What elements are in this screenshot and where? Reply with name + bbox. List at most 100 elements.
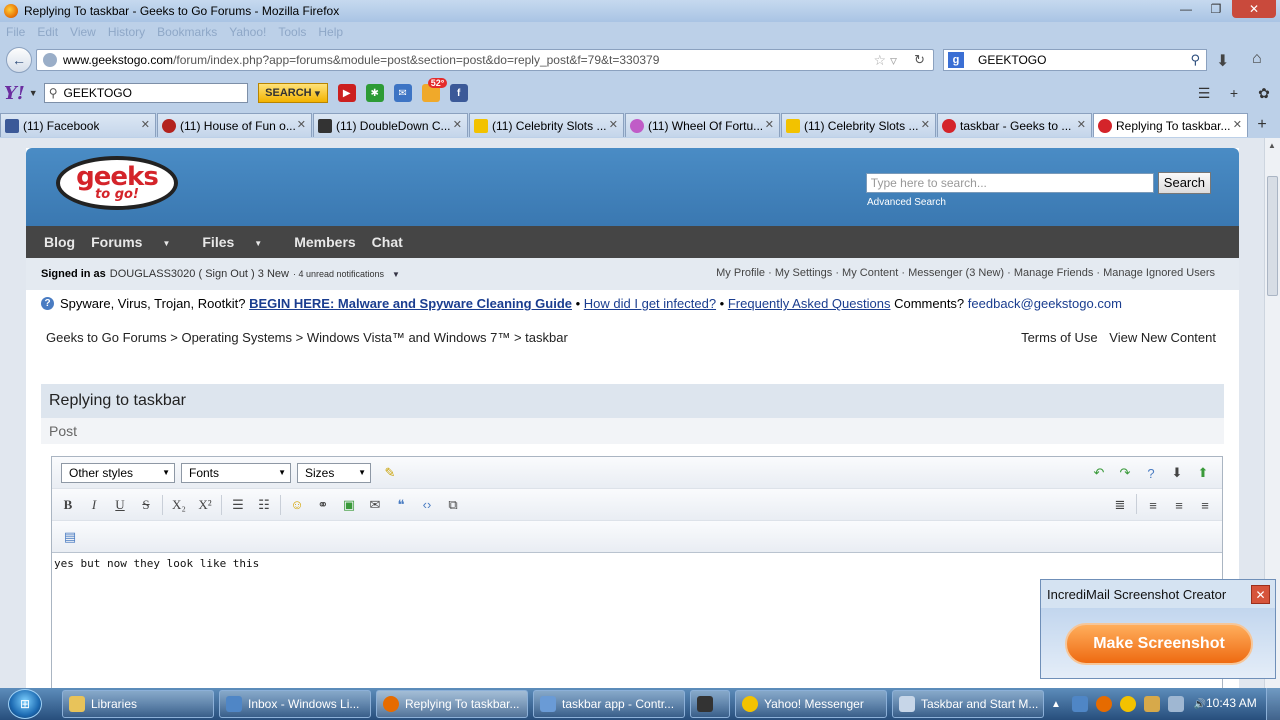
chevron-down-icon[interactable]: ▼ <box>392 270 400 279</box>
show-hidden-icons-icon[interactable]: ▲ <box>1048 696 1064 712</box>
notifications-link[interactable]: · 4 unread notifications <box>293 269 384 279</box>
styles-select[interactable]: Other styles ▼ <box>61 462 175 483</box>
link-icon[interactable]: ⚭ <box>310 494 336 516</box>
tray-messenger-icon[interactable] <box>1120 696 1136 712</box>
username-link[interactable]: DOUGLASS3020 <box>110 268 196 280</box>
redo-icon[interactable]: ↷ <box>1112 462 1138 484</box>
taskbar-item-taskbar-properties[interactable]: Taskbar and Start M... <box>892 690 1044 718</box>
menu-yahoo[interactable]: Yahoo! <box>229 25 266 39</box>
close-tab-icon[interactable]: ✕ <box>453 118 462 131</box>
tray-orange-icon[interactable] <box>1096 696 1112 712</box>
toggle-source-icon[interactable]: ▤ <box>57 526 83 548</box>
close-tab-icon[interactable]: ✕ <box>297 118 306 131</box>
toolbar-list-icon[interactable]: ☰ <box>1194 83 1214 103</box>
numbered-list-icon[interactable]: ☷ <box>251 494 277 516</box>
menu-view[interactable]: View <box>70 25 96 39</box>
google-icon[interactable]: g <box>948 52 964 68</box>
nav-files[interactable]: Files ▼ <box>202 234 278 250</box>
weather-icon[interactable]: 52° <box>421 78 448 102</box>
sizes-select[interactable]: Sizes ▼ <box>297 462 371 483</box>
close-tab-icon[interactable]: ✕ <box>141 118 150 131</box>
browser-search-box[interactable]: g GEEKTOGO ⚲ <box>943 49 1207 71</box>
back-button[interactable]: ← <box>6 47 32 73</box>
view-new-content-link[interactable]: View New Content <box>1109 330 1216 345</box>
geekstogo-logo[interactable]: geeks to go! <box>56 156 178 210</box>
bookmark-star-icon[interactable]: ☆ ▿ <box>874 52 897 69</box>
nav-chat[interactable]: Chat <box>372 234 403 250</box>
close-tab-icon[interactable]: ✕ <box>1077 118 1086 131</box>
indent-icon[interactable]: ≣ <box>1107 494 1133 516</box>
chevron-down-icon[interactable]: ▼ <box>29 88 38 98</box>
help-icon[interactable]: ? <box>1138 462 1164 484</box>
close-tab-icon[interactable]: ✕ <box>609 118 618 131</box>
nav-members[interactable]: Members <box>294 234 355 250</box>
undo-icon[interactable]: ↶ <box>1086 462 1112 484</box>
close-window-button[interactable]: ✕ <box>1232 0 1276 18</box>
nav-blog[interactable]: Blog <box>44 234 75 250</box>
taskbar-item-calculator[interactable] <box>690 690 730 718</box>
scrollbar-thumb[interactable] <box>1267 176 1278 296</box>
show-desktop-button[interactable] <box>1266 688 1280 720</box>
tray-app-icon[interactable] <box>1072 696 1088 712</box>
maximize-button[interactable]: ❐ <box>1202 0 1230 18</box>
menu-help[interactable]: Help <box>318 25 343 39</box>
menu-bookmarks[interactable]: Bookmarks <box>157 25 217 39</box>
green-star-icon[interactable]: ✱ <box>365 84 384 102</box>
advanced-search-link[interactable]: Advanced Search <box>867 197 946 208</box>
strikethrough-icon[interactable]: S <box>133 494 159 516</box>
site-search-button[interactable]: Search <box>1157 172 1211 194</box>
search-icon[interactable]: ⚲ <box>1190 52 1200 68</box>
taskbar-item-firefox[interactable]: Replying To taskbar... <box>376 690 528 718</box>
minimize-button[interactable]: — <box>1172 0 1200 18</box>
underline-icon[interactable]: U <box>107 494 133 516</box>
yahoo-logo[interactable]: Y! <box>4 83 25 104</box>
tray-network-icon[interactable] <box>1168 696 1184 712</box>
download-icon[interactable]: ⬇ <box>1216 51 1229 71</box>
remove-format-icon[interactable]: ✎ <box>377 462 403 484</box>
youtube-icon[interactable]: ▶ <box>337 84 356 102</box>
menu-tools[interactable]: Tools <box>278 25 306 39</box>
user-links[interactable]: My Profile · My Settings · My Content · … <box>716 267 1215 279</box>
emoticon-icon[interactable]: ☺ <box>284 494 310 516</box>
feedback-email-link[interactable]: feedback@geekstogo.com <box>968 296 1122 311</box>
tab-taskbar-geeks[interactable]: taskbar - Geeks to ... ✕ <box>937 113 1092 137</box>
code-icon[interactable]: ‹› <box>414 494 440 516</box>
tab-facebook[interactable]: (11) Facebook ✕ <box>0 113 156 137</box>
superscript-icon[interactable]: X² <box>192 494 218 516</box>
menu-file[interactable]: File <box>6 25 25 39</box>
mail-icon[interactable]: ✉ <box>393 84 412 102</box>
new-tab-button[interactable]: + <box>1249 113 1275 137</box>
toolbar-add-icon[interactable]: + <box>1224 83 1244 103</box>
breadcrumb[interactable]: Geeks to Go Forums > Operating Systems >… <box>46 330 568 345</box>
tab-celebrity-slots[interactable]: (11) Celebrity Slots ... ✕ <box>469 113 624 137</box>
scroll-up-icon[interactable]: ▲ <box>1268 141 1276 150</box>
tab-wheel-of-fortune[interactable]: (11) Wheel Of Fortu... ✕ <box>625 113 780 137</box>
bold-icon[interactable]: B <box>55 494 81 516</box>
close-tab-icon[interactable]: ✕ <box>921 118 930 131</box>
menu-history[interactable]: History <box>108 25 145 39</box>
site-search-input[interactable]: Type here to search... <box>865 173 1154 193</box>
tray-mail-icon[interactable] <box>1144 696 1160 712</box>
align-left-icon[interactable]: ≡ <box>1140 494 1166 516</box>
align-center-icon[interactable]: ≡ <box>1166 494 1192 516</box>
align-right-icon[interactable]: ≡ <box>1192 494 1218 516</box>
clock[interactable]: 10:43 AM <box>1206 696 1257 710</box>
yahoo-search-input[interactable]: ⚲ GEEKTOGO <box>43 83 248 103</box>
terms-of-use-link[interactable]: Terms of Use <box>1021 330 1098 345</box>
sign-out-link[interactable]: ( Sign Out ) <box>198 268 254 280</box>
menu-edit[interactable]: Edit <box>37 25 58 39</box>
close-tab-icon[interactable]: ✕ <box>1233 118 1242 131</box>
nav-forums[interactable]: Forums ▼ <box>91 234 186 250</box>
taskbar-item-inbox[interactable]: Inbox - Windows Li... <box>219 690 371 718</box>
quote-icon[interactable]: ❝ <box>388 494 414 516</box>
restore-draft-icon[interactable]: ⬆ <box>1190 462 1216 484</box>
tab-doubledown[interactable]: (11) DoubleDown C... ✕ <box>313 113 468 137</box>
bulleted-list-icon[interactable]: ☰ <box>225 494 251 516</box>
reload-icon[interactable]: ↻ <box>914 52 925 68</box>
post-textarea[interactable]: yes but now they look like this <box>52 553 1222 574</box>
save-draft-icon[interactable]: ⬇ <box>1164 462 1190 484</box>
italic-icon[interactable]: I <box>81 494 107 516</box>
facebook-icon[interactable]: f <box>449 84 468 102</box>
faq-link[interactable]: Frequently Asked Questions <box>728 296 891 311</box>
new-count[interactable]: 3 New <box>258 268 289 280</box>
